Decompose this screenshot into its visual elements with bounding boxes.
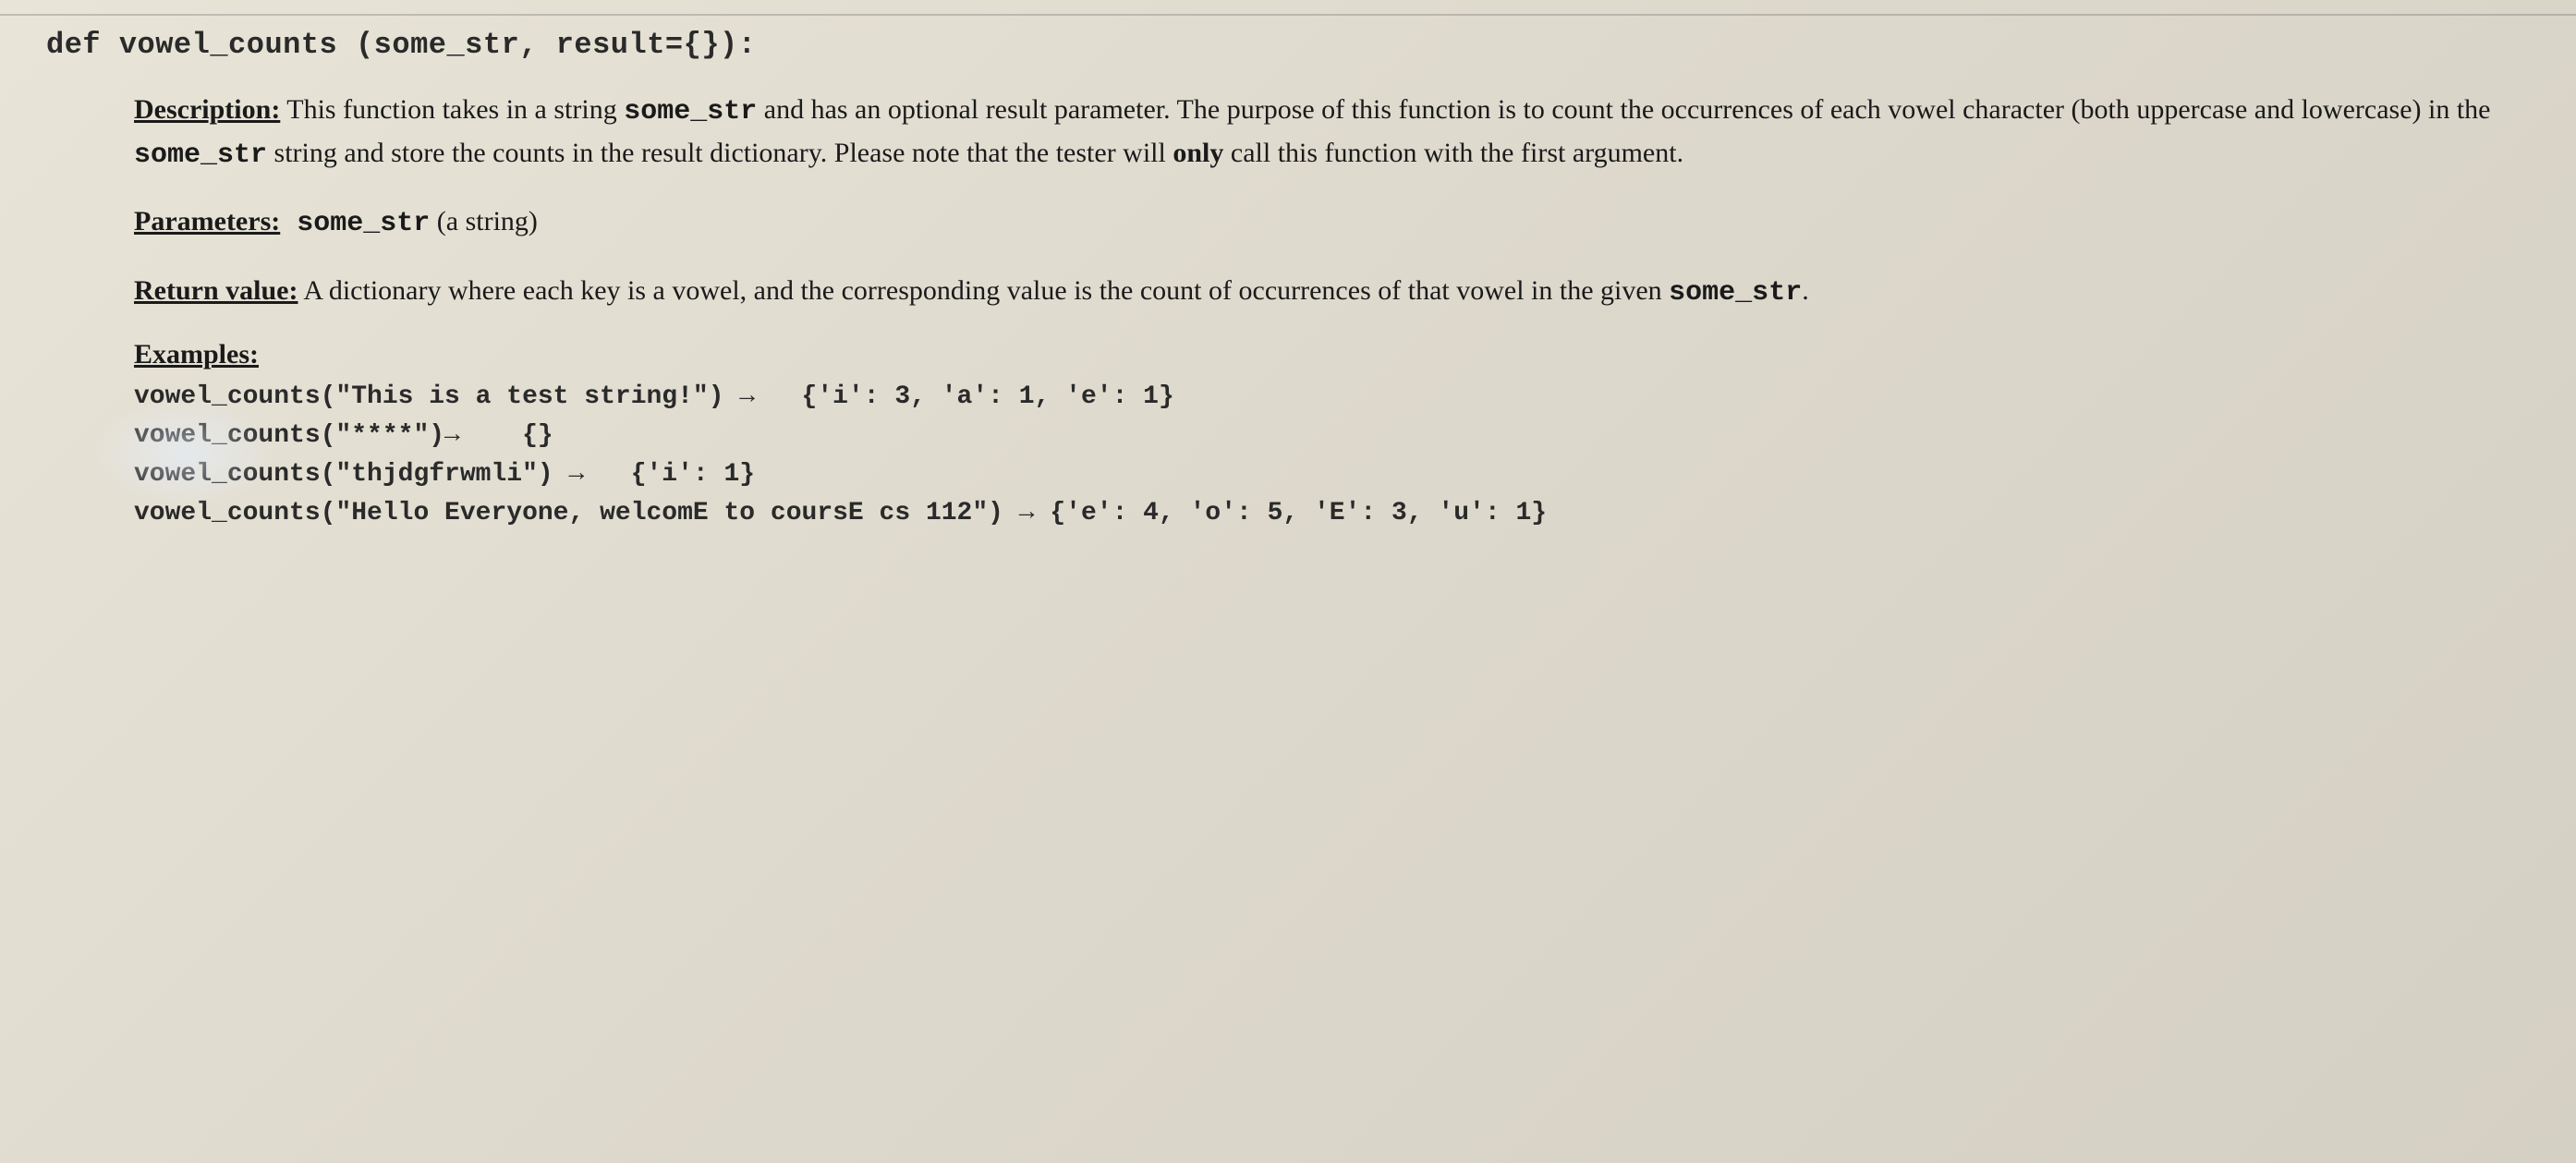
description-bold: only bbox=[1173, 138, 1223, 168]
description-block: Description: This function takes in a st… bbox=[134, 90, 2530, 176]
parameters-text: (a string) bbox=[430, 206, 538, 236]
description-text-4: call this function with the first argume… bbox=[1223, 138, 1683, 168]
example-line: vowel_counts("****")→ {} bbox=[134, 417, 2530, 455]
description-label: Description: bbox=[134, 94, 280, 125]
example-line: vowel_counts("Hello Everyone, welcomE to… bbox=[134, 494, 2530, 533]
description-code-1: some_str bbox=[624, 96, 757, 127]
examples-block: Examples: vowel_counts("This is a test s… bbox=[134, 339, 2530, 533]
example-line: vowel_counts("This is a test string!") →… bbox=[134, 378, 2530, 417]
return-text-1: A dictionary where each key is a vowel, … bbox=[298, 275, 1669, 306]
description-text-2: and has an optional result parameter. Th… bbox=[757, 94, 2490, 125]
parameters-block: Parameters: some_str (a string) bbox=[134, 201, 2530, 245]
parameters-label: Parameters: bbox=[134, 206, 280, 236]
return-label: Return value: bbox=[134, 275, 298, 306]
description-code-2: some_str bbox=[134, 139, 267, 171]
description-text-3: string and store the counts in the resul… bbox=[267, 138, 1173, 168]
return-block: Return value: A dictionary where each ke… bbox=[134, 271, 2530, 314]
return-text-2: . bbox=[1802, 275, 1809, 306]
example-line: vowel_counts("thjdgfrwmli") → {'i': 1} bbox=[134, 455, 2530, 494]
examples-label: Examples: bbox=[134, 339, 2530, 370]
parameters-code: some_str bbox=[280, 208, 430, 239]
function-signature: def vowel_counts (some_str, result={}): bbox=[46, 28, 2530, 62]
description-text-1: This function takes in a string bbox=[280, 94, 624, 125]
return-code: some_str bbox=[1669, 277, 1802, 309]
